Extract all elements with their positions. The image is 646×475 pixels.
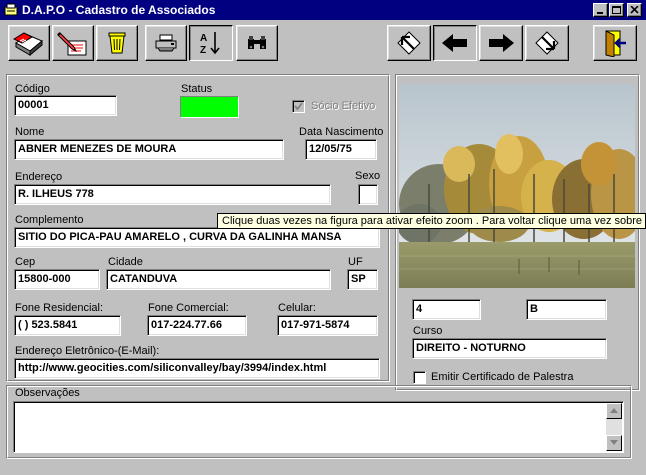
sort-button[interactable]: A Z <box>189 25 233 61</box>
last-record-button[interactable] <box>525 25 569 61</box>
observacoes-scrollbar[interactable] <box>606 403 622 451</box>
endereco-field[interactable]: R. ILHEUS 778 <box>14 184 331 205</box>
fone-comercial-field[interactable]: 017-224.77.66 <box>147 315 247 336</box>
last-record-icon <box>535 31 559 55</box>
app-icon <box>4 3 18 16</box>
emitir-certificado-label: Emitir Certificado de Palestra <box>431 371 574 383</box>
previous-record-icon <box>442 34 467 52</box>
close-button[interactable] <box>627 3 642 17</box>
zoom-tooltip: Clique duas vezes na figura para ativar … <box>217 213 646 229</box>
fone-residencial-field[interactable]: ( ) 523.5841 <box>14 315 121 336</box>
close-icon <box>630 6 639 14</box>
cep-field[interactable]: 15800-000 <box>14 269 100 290</box>
new-record-icon <box>12 32 43 57</box>
email-field[interactable]: http://www.geocities.com/siliconvalley/b… <box>14 358 380 379</box>
exit-button[interactable] <box>593 25 637 61</box>
codigo-field[interactable]: 00001 <box>14 95 117 116</box>
first-record-button[interactable] <box>387 25 431 61</box>
svg-text:A: A <box>200 33 207 44</box>
sort-az-icon: A Z <box>200 32 220 56</box>
fone-residencial-label: Fone Residencial: <box>15 302 104 314</box>
cidade-field[interactable]: CATANDUVA <box>106 269 331 290</box>
window-title: D.A.P.O - Cadastro de Associados <box>22 3 216 17</box>
maximize-icon <box>612 6 621 14</box>
first-record-icon <box>397 31 421 55</box>
complemento-label: Complemento <box>15 214 84 226</box>
status-label: Status <box>181 83 213 95</box>
edit-record-button[interactable] <box>52 25 94 61</box>
edit-record-icon <box>57 32 87 56</box>
curso-label: Curso <box>413 325 443 337</box>
associate-photo[interactable] <box>399 84 635 288</box>
endereco-label: Endereço <box>15 171 63 183</box>
cidade-label: Cidade <box>108 256 143 268</box>
codigo-label: Código <box>15 83 50 95</box>
cep-label: Cep <box>15 256 36 268</box>
field-b[interactable]: B <box>526 299 607 320</box>
scroll-up-button[interactable] <box>606 403 622 419</box>
email-label: Endereço Eletrônico-(E-Mail): <box>15 345 160 357</box>
sexo-field[interactable] <box>358 184 378 205</box>
nome-field[interactable]: ABNER MENEZES DE MOURA <box>14 139 284 160</box>
nome-label: Nome <box>15 126 45 138</box>
exit-icon <box>605 30 626 57</box>
delete-button[interactable] <box>96 25 138 61</box>
previous-record-button[interactable] <box>433 25 477 61</box>
minimize-button[interactable] <box>593 3 608 17</box>
new-record-button[interactable] <box>8 25 50 61</box>
next-record-button[interactable] <box>479 25 523 61</box>
arrow-up-icon <box>610 408 618 413</box>
complemento-field[interactable]: SITIO DO PICA-PAU AMARELO , CURVA DA GAL… <box>14 227 380 248</box>
curso-field[interactable]: DIREITO - NOTURNO <box>412 338 607 359</box>
arrow-down-icon <box>610 440 618 445</box>
field-a[interactable]: 4 <box>412 299 481 320</box>
observacoes-field[interactable] <box>13 401 624 453</box>
observacoes-label: Observações <box>15 387 80 399</box>
minimize-icon <box>597 12 603 14</box>
print-icon <box>155 34 177 52</box>
socio-efetivo-label: Sócio Efetivo <box>311 100 376 112</box>
fone-comercial-label: Fone Comercial: <box>148 302 229 314</box>
emitir-certificado-checkbox[interactable] <box>413 371 426 384</box>
maximize-button[interactable] <box>609 3 624 17</box>
check-icon <box>294 102 303 111</box>
title-bar: D.A.P.O - Cadastro de Associados <box>0 0 646 20</box>
sexo-label: Sexo <box>355 170 381 182</box>
socio-efetivo-checkbox[interactable] <box>292 100 305 113</box>
find-button[interactable] <box>236 25 278 61</box>
landscape-image <box>399 84 635 288</box>
next-record-icon <box>489 34 514 52</box>
uf-field[interactable]: SP <box>347 269 378 290</box>
scroll-down-button[interactable] <box>606 435 622 451</box>
status-indicator <box>180 96 239 118</box>
print-button[interactable] <box>145 25 187 61</box>
data-nascimento-field[interactable]: 12/05/75 <box>305 139 377 160</box>
binoculars-icon <box>248 36 266 49</box>
celular-field[interactable]: 017-971-5874 <box>277 315 378 336</box>
svg-text:Z: Z <box>200 45 206 56</box>
uf-label: UF <box>348 256 363 268</box>
trash-icon <box>108 32 126 54</box>
data-nascimento-label: Data Nascimento <box>299 126 384 138</box>
celular-label: Celular: <box>278 302 316 314</box>
